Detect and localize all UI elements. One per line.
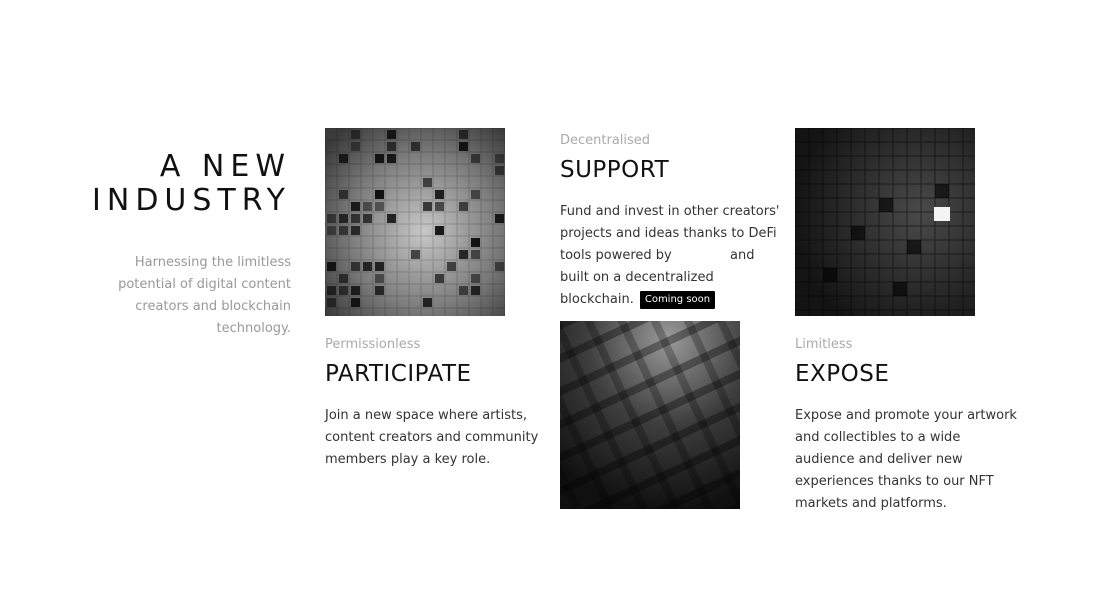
participate-kicker: Permissionless [325, 337, 421, 352]
expose-title: EXPOSE [795, 361, 890, 387]
title-line-1: A NEW [159, 149, 291, 184]
expose-description: Expose and promote your artwork and coll… [795, 408, 1017, 511]
participate-description: Join a new space where artists, content … [325, 408, 539, 467]
participate-title: PARTICIPATE [325, 361, 472, 387]
cubes-scatter-image [325, 128, 505, 316]
participate-section: Permissionless PARTICIPATE Join a new sp… [325, 337, 545, 471]
support-title: SUPPORT [560, 157, 670, 183]
support-kicker: Decentralised [560, 133, 651, 148]
support-section: Decentralised SUPPORT Fund and invest in… [560, 133, 780, 311]
expose-kicker: Limitless [795, 337, 853, 352]
support-description: Fund and invest in other creators' proje… [560, 201, 780, 311]
intro-description: Harnessing the limitless potential of di… [118, 255, 291, 336]
intro-section: A NEW INDUSTRY Harnessing the limitless … [91, 150, 291, 340]
dark-cubes-light-image [795, 128, 975, 316]
expose-section: Limitless EXPOSE Expose and promote your… [795, 337, 1020, 515]
page-title: A NEW INDUSTRY [91, 150, 291, 218]
diagonal-cubes-image [560, 321, 740, 509]
title-line-2: INDUSTRY [92, 183, 291, 218]
coming-soon-badge: Coming soon [639, 290, 716, 309]
